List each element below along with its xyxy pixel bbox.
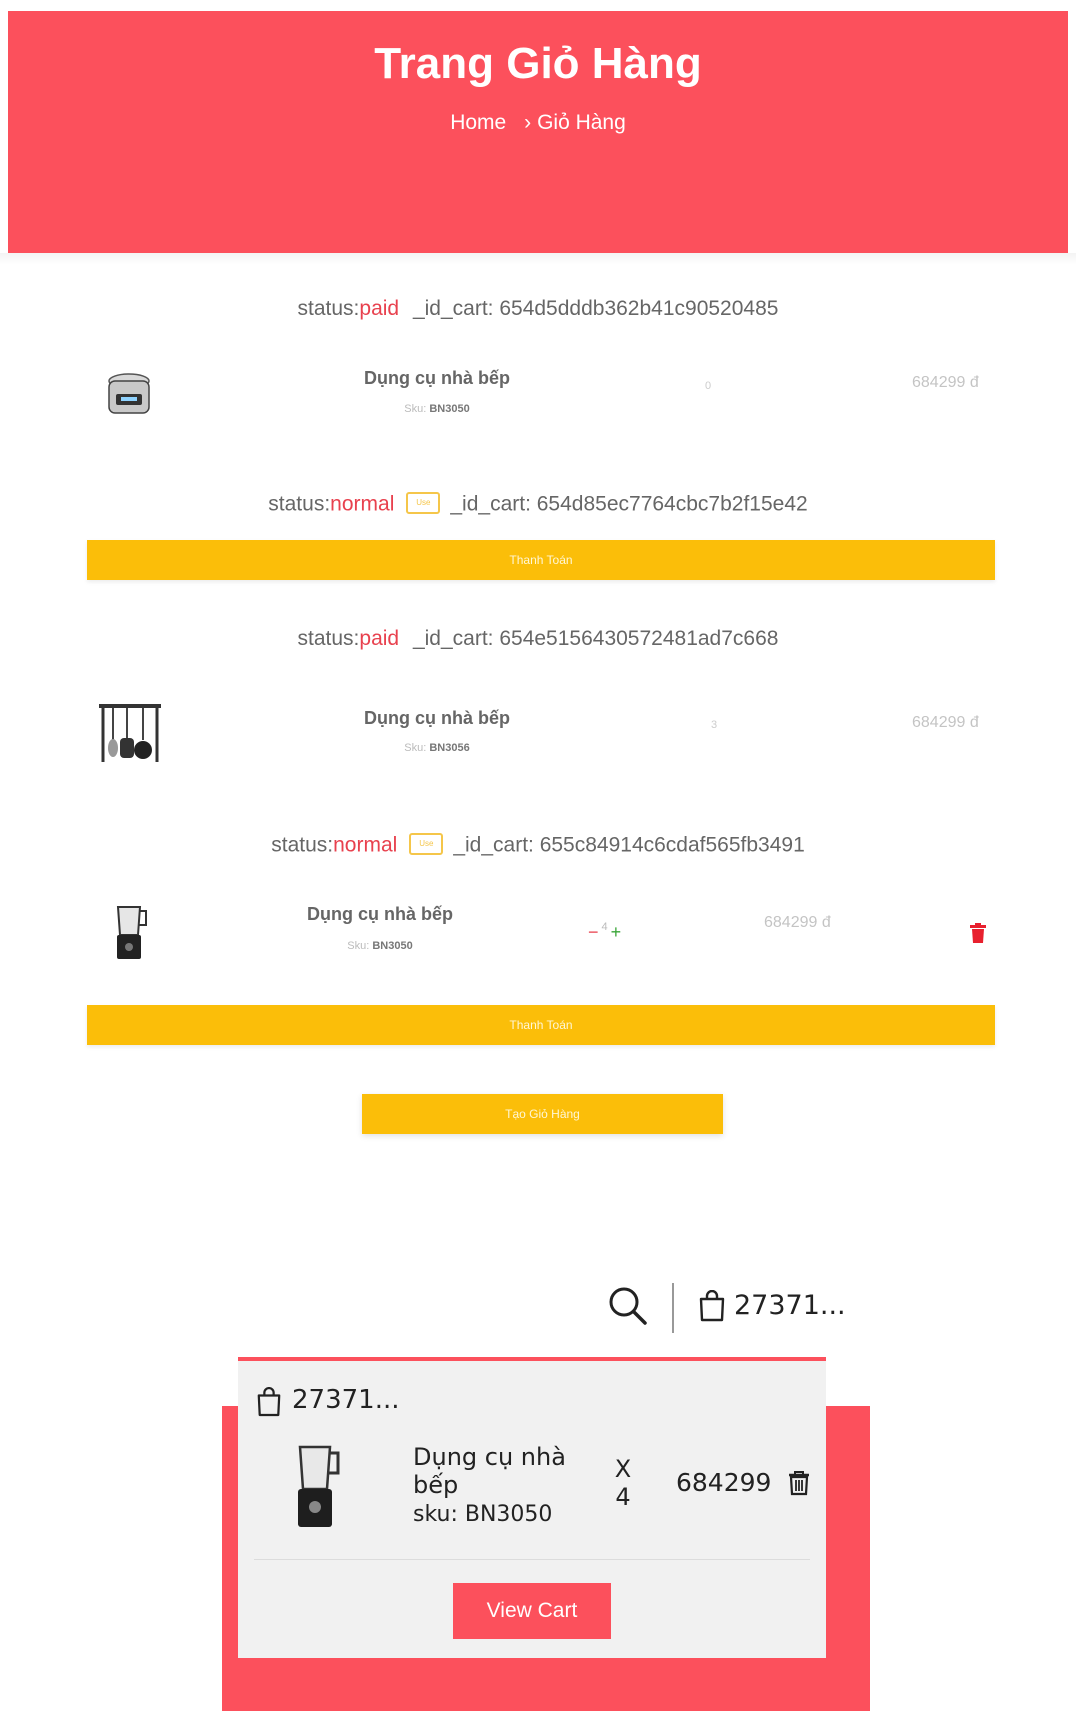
search-icon[interactable]: [608, 1286, 648, 1326]
status-value: paid: [359, 627, 400, 650]
create-cart-button[interactable]: Tạo Giỏ Hàng: [362, 1094, 723, 1134]
increase-qty-button[interactable]: +: [611, 922, 622, 942]
sku-label: Sku:: [347, 940, 370, 952]
product-qty: 4: [601, 921, 608, 933]
checkout-button[interactable]: Thanh Toán: [87, 540, 995, 580]
use-badge[interactable]: Use: [406, 492, 441, 514]
qty-value: 4: [615, 1483, 631, 1511]
product-qty: 3: [711, 719, 718, 731]
utensil-rack-icon: [99, 704, 161, 762]
product-name: Dụng cụ nhà bếp: [364, 368, 510, 388]
trash-icon[interactable]: [970, 923, 986, 943]
qty-x-label: X: [614, 1455, 632, 1483]
product-sku: Sku: BN3056: [337, 742, 537, 754]
hero-shadow: [0, 253, 1076, 265]
product-price: 684299 đ: [764, 914, 831, 931]
view-cart-button[interactable]: View Cart: [453, 1583, 611, 1639]
mini-cart-item-name: Dụng cụ nhà bếp: [413, 1443, 566, 1499]
shopping-bag-icon[interactable]: [698, 1290, 726, 1322]
cart-id: _id_cart: 654d85ec7764cbc7b2f15e42: [450, 492, 808, 516]
blender-icon: [116, 906, 147, 959]
blender-icon: [298, 1445, 340, 1527]
sku-value: BN3050: [429, 403, 470, 415]
quantity-stepper: −4 +: [588, 921, 622, 943]
page-title: Trang Giỏ Hàng: [374, 39, 702, 88]
status-prefix: status:: [297, 297, 360, 320]
use-badge[interactable]: Use: [409, 833, 444, 855]
status-value: normal: [330, 492, 395, 516]
sku-label: Sku:: [404, 403, 427, 415]
breadcrumb: Home › Giỏ Hàng: [8, 111, 1068, 135]
cart-status-line: status:paid _id_cart: 654e5156430572481a…: [0, 627, 1076, 651]
breadcrumb-home-link[interactable]: Home: [450, 111, 506, 134]
chevron-right-icon: ›: [524, 111, 532, 134]
header-divider: [672, 1283, 674, 1333]
cart-id: _id_cart: 655c84914c6cdaf565fb3491: [453, 833, 805, 857]
product-price: 684299 đ: [912, 714, 979, 731]
cart-status-line: status:normal Use _id_cart: 654d85ec7764cb…: [0, 492, 1076, 518]
product-price: 684299 đ: [912, 374, 979, 391]
divider: [254, 1559, 810, 1560]
mini-cart-item-sku: sku: BN3050: [413, 1502, 553, 1527]
page-hero: Trang Giỏ Hàng Home › Giỏ Hàng: [8, 11, 1068, 253]
status-prefix: status:: [271, 833, 334, 857]
breadcrumb-current: Giỏ Hàng: [537, 111, 626, 134]
cart-id: _id_cart: 654e5156430572481ad7c668: [412, 627, 779, 650]
mini-cart-total: 27371...: [292, 1385, 400, 1415]
mini-cart-item-qty: X 4: [612, 1455, 634, 1511]
mini-cart-item-price: 684299: [676, 1468, 772, 1497]
status-value: normal: [333, 833, 398, 857]
cart-status-line: status:normal Use _id_cart: 655c84914c6cda…: [0, 833, 1076, 859]
status-prefix: status:: [297, 627, 360, 650]
cart-total-amount[interactable]: 27371...: [734, 1290, 846, 1321]
decrease-qty-button[interactable]: −: [588, 922, 599, 942]
sku-value: BN3050: [372, 940, 413, 952]
sku-value: BN3056: [429, 742, 470, 754]
product-sku: Sku: BN3050: [280, 940, 480, 952]
checkout-button[interactable]: Thanh Toán: [87, 1005, 995, 1045]
product-name: Dụng cụ nhà bếp: [307, 904, 453, 924]
trash-icon[interactable]: [788, 1470, 810, 1496]
sku-label: Sku:: [404, 742, 427, 754]
product-sku: Sku: BN3050: [337, 403, 537, 415]
mini-cart-dropdown: 27371... Dụng cụ nhà bếp sku: BN3050 X 4…: [238, 1357, 826, 1658]
cart-id: _id_cart: 654d5dddb362b41c90520485: [412, 297, 779, 320]
rice-cooker-icon: [108, 373, 150, 414]
cart-status-line: status:paid _id_cart: 654d5dddb362b41c90…: [0, 297, 1076, 321]
shopping-bag-icon: [257, 1387, 281, 1417]
status-prefix: status:: [268, 492, 331, 516]
product-name: Dụng cụ nhà bếp: [364, 708, 510, 728]
status-value: paid: [359, 297, 400, 320]
product-qty: 0: [705, 380, 712, 392]
